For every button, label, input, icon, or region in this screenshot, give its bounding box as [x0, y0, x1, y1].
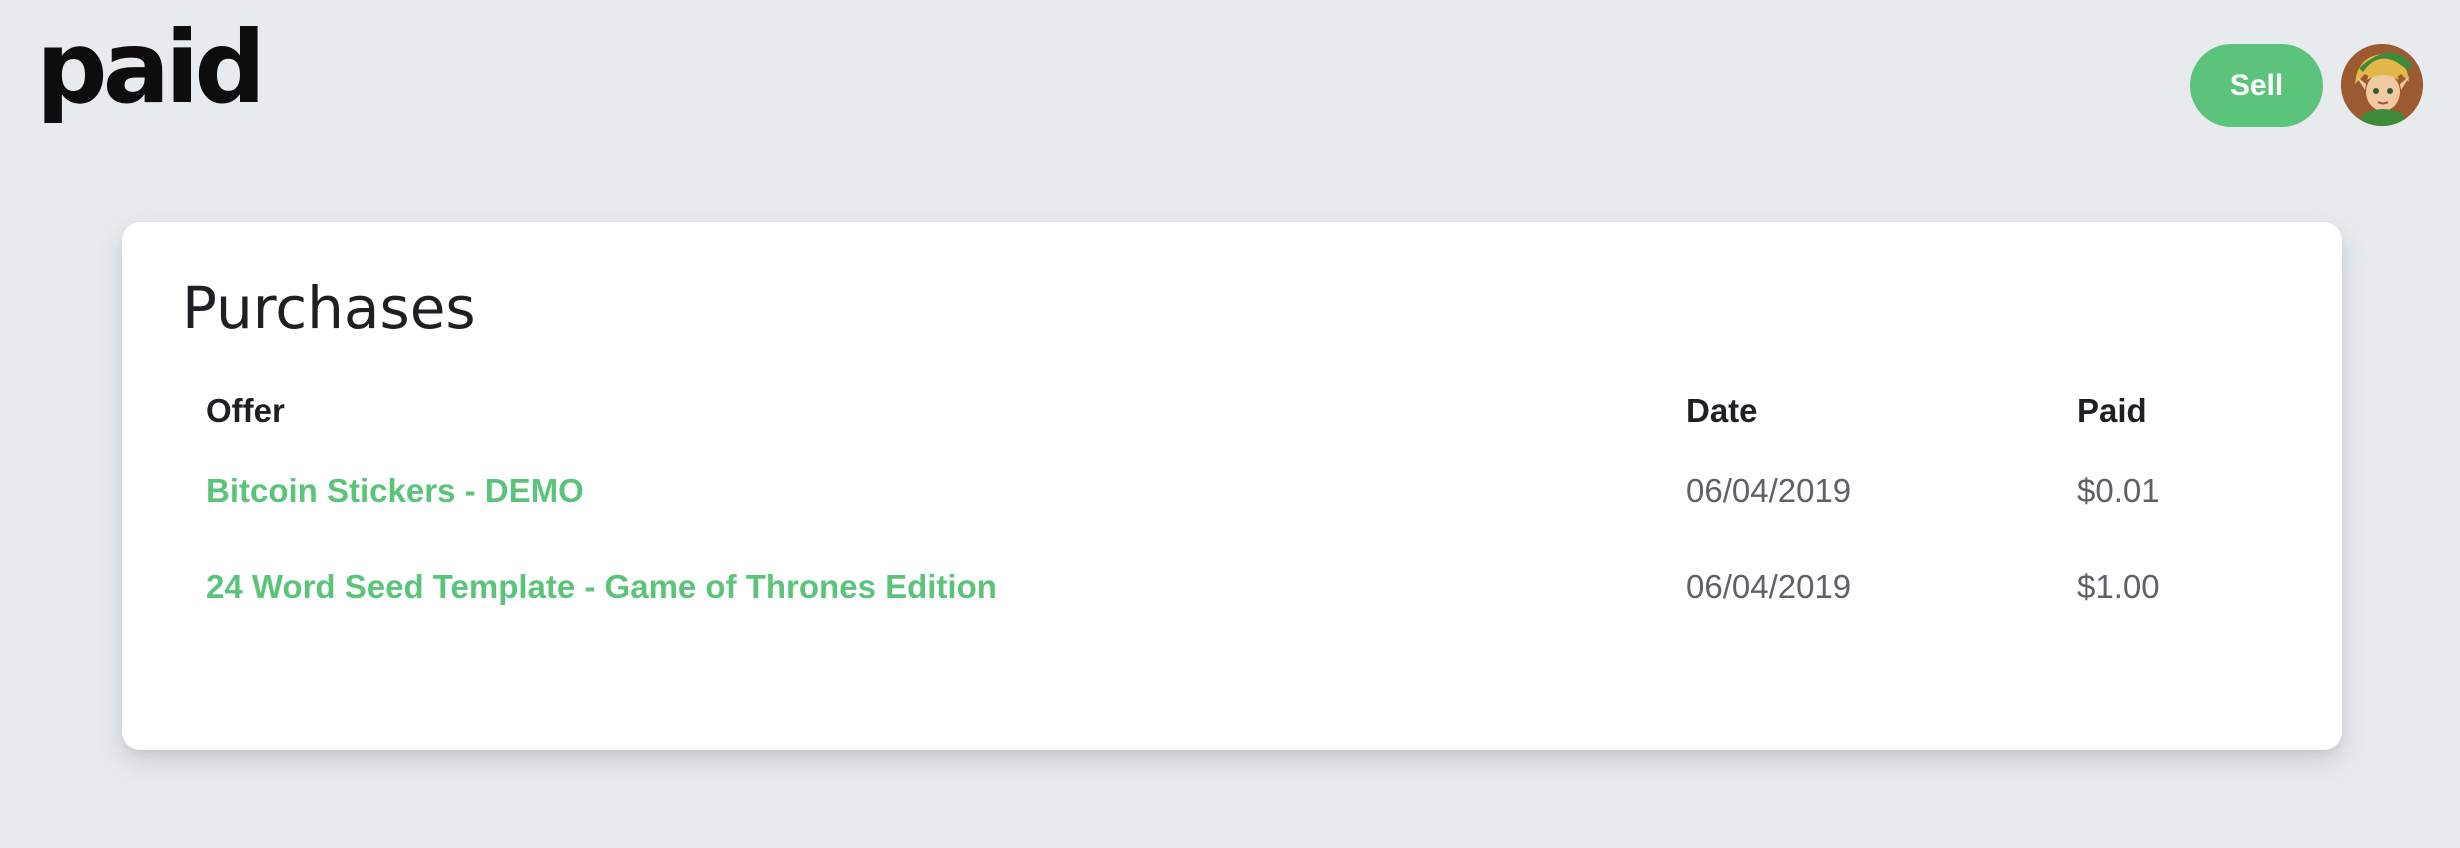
purchases-table: Offer Date Paid Bitcoin Stickers - DEMO … [206, 392, 2286, 664]
column-header-paid: Paid [2077, 392, 2147, 429]
column-header-offer: Offer [206, 392, 285, 429]
table-header-row: Offer Date Paid [206, 392, 2286, 472]
purchase-date: 06/04/2019 [1686, 568, 1852, 605]
top-bar: paid Sell [0, 0, 2460, 170]
offer-link[interactable]: Bitcoin Stickers - DEMO [206, 472, 584, 510]
page-title: Purchases [182, 274, 476, 342]
table-row: Bitcoin Stickers - DEMO 06/04/2019 $0.01 [206, 472, 2286, 568]
user-avatar-icon [2341, 44, 2423, 126]
purchase-amount: $0.01 [2077, 472, 2160, 509]
purchase-amount: $1.00 [2077, 568, 2160, 605]
avatar[interactable] [2341, 44, 2423, 126]
logo[interactable]: paid [36, 18, 266, 118]
sell-button[interactable]: Sell [2190, 44, 2323, 127]
purchase-date: 06/04/2019 [1686, 472, 1852, 509]
offer-link[interactable]: 24 Word Seed Template - Game of Thrones … [206, 568, 997, 606]
purchases-card: Purchases Offer Date Paid Bitcoin Sticke… [122, 222, 2342, 750]
table-row: 24 Word Seed Template - Game of Thrones … [206, 568, 2286, 664]
column-header-date: Date [1686, 392, 1758, 429]
